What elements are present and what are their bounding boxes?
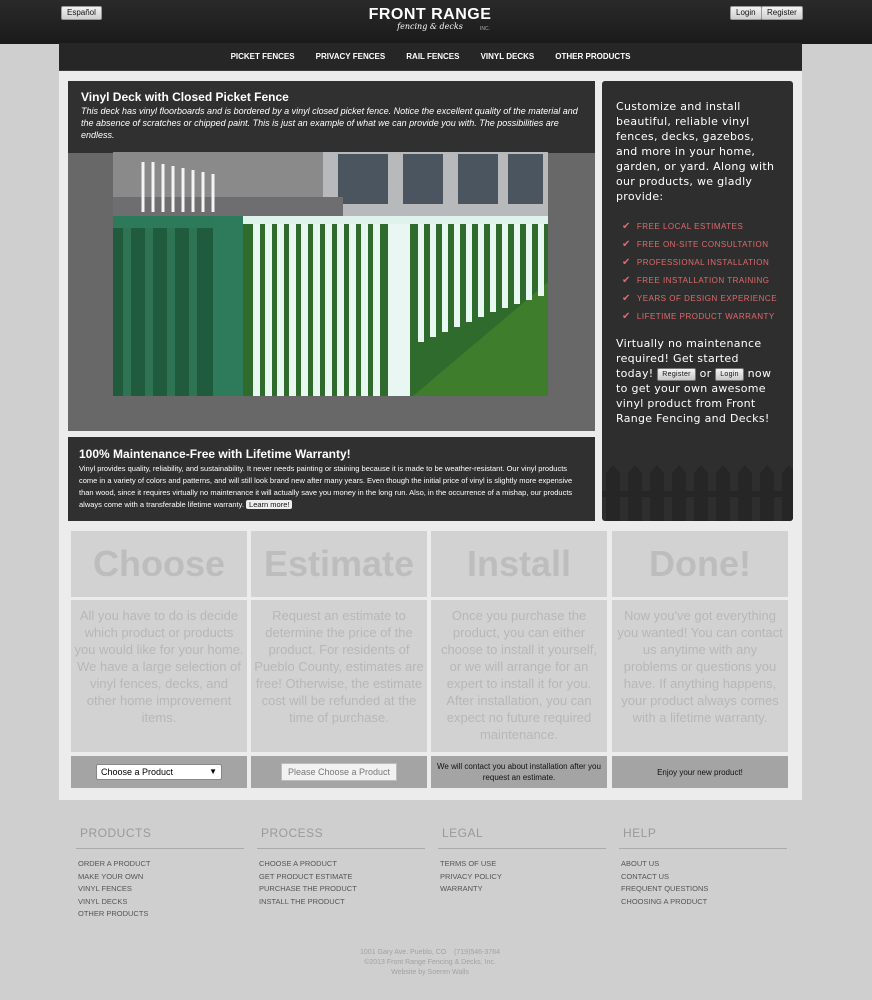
check-icon: ✔ [622, 257, 631, 268]
footer-link[interactable]: CHOOSING A PRODUCT [621, 896, 787, 909]
benefit-item: ✔ FREE INSTALLATION TRAINING [622, 275, 770, 286]
sidebar-panel: Customize and install beautiful, reliabl… [602, 81, 793, 521]
step-choose-body: All you have to do is decide which produ… [71, 600, 247, 752]
check-icon: ✔ [622, 221, 631, 232]
step-choose-action: Choose a Product ▼ [71, 756, 247, 788]
step-install-action: We will contact you about installation a… [431, 756, 607, 788]
nav-rail-fences[interactable]: RAIL FENCES [406, 43, 459, 71]
warranty-text: Vinyl provides quality, reliability, and… [79, 463, 584, 511]
warranty-body: Vinyl provides quality, reliability, and… [79, 464, 573, 509]
benefit-item: ✔ LIFETIME PRODUCT WARRANTY [622, 311, 775, 322]
step-estimate-body: Request an estimate to determine the pri… [251, 600, 427, 752]
footer-link[interactable]: INSTALL THE PRODUCT [259, 896, 425, 909]
step-done-action: Enjoy your new product! [612, 756, 788, 788]
step-install-body: Once you purchase the product, you can e… [431, 600, 607, 752]
done-note: Enjoy your new product! [657, 767, 743, 777]
footer-address: 1001 Gary Ave. Pueblo, CO (719)546-3764 [360, 949, 500, 956]
footer-link[interactable]: FREQUENT QUESTIONS [621, 883, 787, 896]
footer-col-process: PROCESS CHOOSE A PRODUCT GET PRODUCT EST… [257, 826, 425, 908]
footer-credit[interactable]: Website by Soeren Walls [0, 968, 860, 978]
footer-link[interactable]: ORDER A PRODUCT [78, 858, 244, 871]
footer-link[interactable]: CHOOSE A PRODUCT [259, 858, 425, 871]
footer-col-legal: LEGAL TERMS OF USE PRIVACY POLICY WARRAN… [438, 826, 606, 896]
login-button[interactable]: Login [730, 6, 762, 20]
step-done-body: Now you've got everything you wanted! Yo… [612, 600, 788, 752]
footer-col-title: PROCESS [257, 826, 425, 849]
step-choose-title: Choose [71, 531, 247, 597]
sidebar-intro: Customize and install beautiful, reliabl… [616, 100, 775, 203]
footer-link[interactable]: VINYL DECKS [78, 896, 244, 909]
footer-info: 1001 Gary Ave. Pueblo, CO (719)546-3764 … [0, 948, 860, 978]
nav-vinyl-decks[interactable]: VINYL DECKS [481, 43, 535, 71]
footer-link[interactable]: PRIVACY POLICY [440, 871, 606, 884]
check-icon: ✔ [622, 311, 631, 322]
benefits-list: ✔ FREE LOCAL ESTIMATES ✔ FREE ON-SITE CONS… [622, 218, 779, 326]
logo-inc: INC. [480, 26, 490, 32]
footer-link[interactable]: OTHER PRODUCTS [78, 908, 244, 921]
step-install-title: Install [431, 531, 607, 597]
check-icon: ✔ [622, 239, 631, 250]
warranty-panel: 100% Maintenance-Free with Lifetime Warr… [68, 437, 595, 521]
sidebar-login-button[interactable]: Login [715, 367, 744, 381]
footer-link[interactable]: WARRANTY [440, 883, 606, 896]
step-estimate-title: Estimate [251, 531, 427, 597]
step-done-title: Done! [612, 531, 788, 597]
footer-link[interactable]: GET PRODUCT ESTIMATE [259, 871, 425, 884]
check-icon: ✔ [622, 293, 631, 304]
sidebar-outro: Virtually no maintenance required! Get s… [616, 337, 772, 425]
sidebar-register-button[interactable]: Register [657, 367, 696, 381]
footer-col-title: HELP [619, 826, 787, 849]
chevron-down-icon: ▼ [209, 767, 217, 776]
footer-col-title: PRODUCTS [76, 826, 244, 849]
feature-title: Vinyl Deck with Closed Picket Fence [81, 90, 289, 104]
footer-link[interactable]: PURCHASE THE PRODUCT [259, 883, 425, 896]
step-estimate-action: Please Choose a Product [251, 756, 427, 788]
learn-more-button[interactable]: Learn more! [246, 500, 293, 509]
register-button[interactable]: Register [761, 6, 803, 20]
warranty-title: 100% Maintenance-Free with Lifetime Warr… [79, 447, 351, 461]
footer-link[interactable]: CONTACT US [621, 871, 787, 884]
nav-picket-fences[interactable]: PICKET FENCES [231, 43, 295, 71]
estimate-button[interactable]: Please Choose a Product [280, 763, 398, 781]
footer-col-products: PRODUCTS ORDER A PRODUCT MAKE YOUR OWN V… [76, 826, 244, 921]
feature-header: Vinyl Deck with Closed Picket Fence This… [68, 81, 595, 153]
footer-col-help: HELP ABOUT US CONTACT US FREQUENT QUESTI… [619, 826, 787, 908]
nav-other-products[interactable]: OTHER PRODUCTS [555, 43, 630, 71]
benefit-item: ✔ FREE ON-SITE CONSULTATION [622, 239, 769, 250]
install-note: We will contact you about installation a… [437, 762, 601, 782]
product-select[interactable]: Choose a Product ▼ [96, 764, 222, 780]
footer-col-title: LEGAL [438, 826, 606, 849]
site-logo[interactable]: FRONT RANGE fencing & decks INC. [360, 6, 500, 32]
footer-link[interactable]: MAKE YOUR OWN [78, 871, 244, 884]
check-icon: ✔ [622, 275, 631, 286]
main-nav: PICKET FENCES PRIVACY FENCES RAIL FENCES… [59, 43, 802, 71]
benefit-item: ✔ PROFESSIONAL INSTALLATION [622, 257, 770, 268]
benefit-item: ✔ FREE LOCAL ESTIMATES [622, 221, 744, 232]
footer-link[interactable]: TERMS OF USE [440, 858, 606, 871]
language-button[interactable]: Español [61, 6, 102, 20]
benefit-item: ✔ YEARS OF DESIGN EXPERIENCE [622, 293, 778, 304]
feature-photo [113, 152, 548, 396]
nav-privacy-fences[interactable]: PRIVACY FENCES [316, 43, 386, 71]
footer-copyright: ©2013 Front Range Fencing & Decks, Inc. [364, 959, 496, 966]
picket-silhouette [602, 465, 793, 521]
feature-description: This deck has vinyl floorboards and is b… [81, 106, 578, 140]
footer-link[interactable]: VINYL FENCES [78, 883, 244, 896]
footer-link[interactable]: ABOUT US [621, 858, 787, 871]
